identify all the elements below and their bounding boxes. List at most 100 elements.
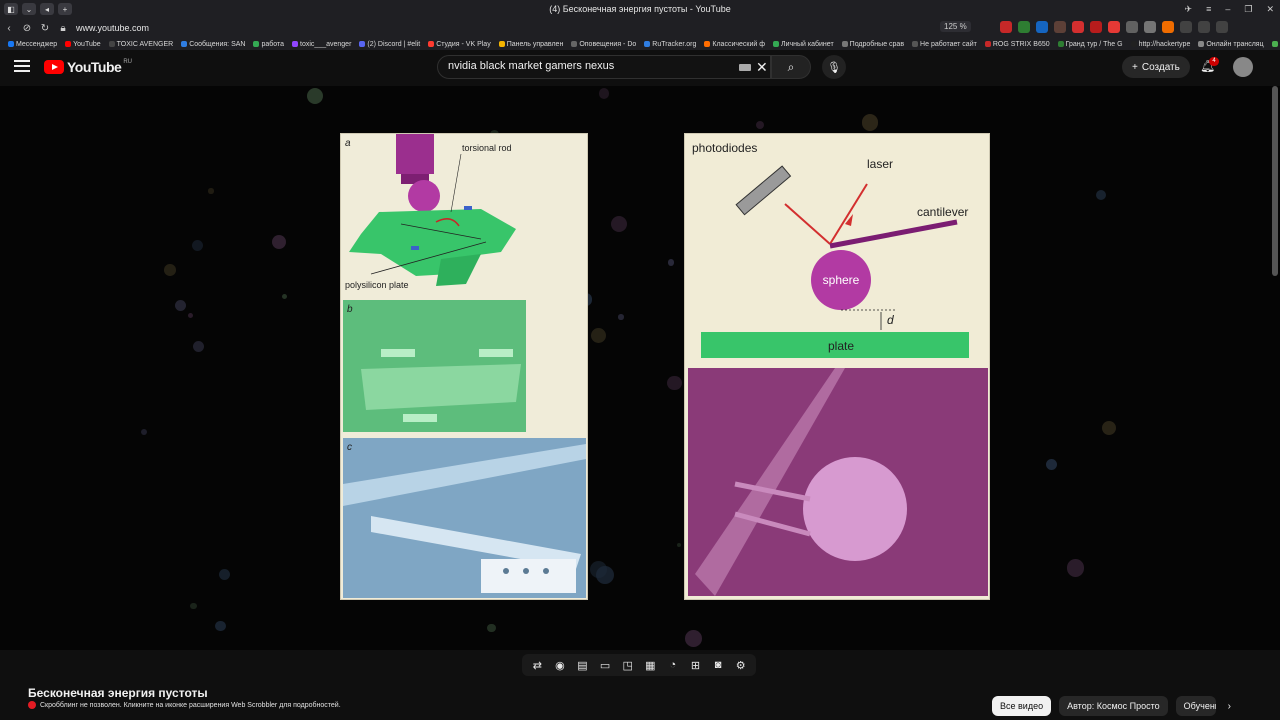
background-star — [164, 264, 176, 276]
bookmark-item[interactable]: Подробные срав — [841, 40, 905, 48]
maximize-icon[interactable]: ❐ — [1244, 4, 1252, 15]
add-icon[interactable]: ⊞ — [688, 659, 702, 672]
back-tab-icon[interactable]: ◂ — [40, 3, 54, 15]
bookmark-item[interactable]: (2) Discord | #elit — [359, 41, 420, 48]
extension-icon[interactable] — [1108, 21, 1120, 33]
youtube-logo[interactable]: YouTube RU — [44, 59, 132, 75]
pin-icon[interactable]: ✈ — [1185, 4, 1193, 15]
chip-author[interactable]: Автор: Космос Просто — [1059, 696, 1168, 716]
bookmark-item[interactable]: YouTube — [65, 41, 101, 48]
bookmark-item[interactable]: http://hackertype — [1130, 41, 1190, 48]
background-star — [271, 234, 287, 250]
extension-icon[interactable] — [1072, 21, 1084, 33]
bookmark-item[interactable]: Онлайн трансляц — [1198, 41, 1264, 48]
extension-icon[interactable] — [1036, 21, 1048, 33]
extension-icon[interactable] — [1144, 21, 1156, 33]
address-bar-row: ‹ ⊘ ↻ 🔒︎ www.youtube.com 125 % — [0, 18, 1280, 38]
download-icon[interactable] — [1018, 21, 1030, 33]
bookmark-item[interactable]: toxic___avenger — [292, 41, 351, 48]
background-star — [208, 188, 214, 194]
chip-learning[interactable]: Обучение — [1175, 696, 1216, 716]
bookmark-item[interactable]: Мессенджер — [8, 41, 57, 48]
minimize-icon[interactable]: – — [1225, 4, 1230, 14]
bookmark-item[interactable]: RuTracker.org — [644, 41, 696, 48]
page-scrollbar[interactable] — [1272, 86, 1278, 276]
bookmark-item[interactable]: Панель управлен — [498, 41, 563, 48]
bookmark-item[interactable]: Гранд тур / The G — [1057, 41, 1123, 48]
bookmark-item[interactable]: Ов — [1271, 41, 1280, 48]
logo-text: YouTube — [67, 59, 122, 75]
close-window-icon[interactable]: ✕ — [1266, 4, 1274, 15]
reload-icon[interactable]: ↻ — [36, 23, 54, 34]
clear-search-icon[interactable]: ✕ — [756, 59, 768, 76]
bookmark-item[interactable]: Личный кабинет — [772, 41, 834, 48]
speed-icon[interactable]: ◔ — [666, 659, 680, 671]
background-star — [755, 120, 764, 129]
browser-titlebar: ◧ ⌄ ◂ + — [0, 0, 1280, 18]
background-star — [667, 375, 682, 391]
bookmark-favicon-icon — [181, 41, 188, 47]
avatar[interactable] — [1233, 57, 1253, 77]
bookmark-favicon-icon — [8, 41, 14, 47]
theater-icon[interactable]: ▦ — [643, 659, 657, 672]
forward-icon[interactable]: ⊘ — [18, 23, 36, 34]
bookmark-favicon-icon — [644, 41, 651, 47]
browser-menu-icon[interactable]: ≡ — [1206, 4, 1211, 14]
tab-dropdown-icon[interactable]: ⌄ — [22, 3, 36, 15]
photodiodes-label: photodiodes — [692, 141, 757, 155]
extension-icon[interactable] — [1126, 21, 1138, 33]
extension-icon[interactable] — [1000, 21, 1012, 33]
figure-panel-right: photodiodes laser cantilever sphere d pl… — [684, 133, 990, 600]
picture-in-picture-icon[interactable]: ◳ — [621, 659, 635, 672]
subtitles-icon[interactable]: ▤ — [575, 659, 589, 672]
bookmark-favicon-icon — [1271, 41, 1278, 47]
folder-icon[interactable]: ▭ — [598, 659, 612, 672]
bookmark-item[interactable]: Оповещения - Do — [571, 41, 636, 48]
bookmarks-bar: Мессенджер YouTube TOXIC AVENGER Сообщения:… — [0, 38, 1280, 50]
window-controls: ✈ ≡ – ❐ ✕ — [1185, 0, 1274, 18]
background-star — [1066, 559, 1085, 577]
voice-search-button[interactable]: 🎙︎ — [822, 55, 846, 79]
keyboard-icon[interactable] — [739, 64, 751, 71]
back-icon[interactable]: ‹ — [0, 23, 18, 34]
bookmark-item[interactable]: Классический ф — [704, 41, 765, 48]
bookmark-item[interactable]: Студия - VK Play — [428, 41, 491, 48]
video-player[interactable]: a torsional rod polysilicon plate b c ph… — [0, 86, 1280, 650]
extension-icon[interactable] — [1162, 21, 1174, 33]
bookmark-label: YouTube — [73, 40, 101, 48]
web-scrobbler-icon — [28, 701, 36, 709]
fig-label-a: a — [345, 138, 351, 149]
background-star — [677, 542, 682, 548]
bookmark-item[interactable]: Сообщения: SAN — [181, 41, 245, 48]
hamburger-menu-icon[interactable] — [14, 60, 30, 74]
bookmark-item[interactable]: работа — [253, 41, 284, 48]
background-star — [1046, 458, 1058, 470]
sphere-label: sphere — [823, 273, 860, 287]
background-star — [192, 340, 205, 353]
extension-icon[interactable] — [1198, 21, 1210, 33]
search-input[interactable] — [448, 60, 728, 72]
bookmark-label: Подробные срав — [849, 40, 905, 48]
workspace-icon[interactable]: ◧ — [4, 3, 18, 15]
chevron-right-icon[interactable]: › — [1228, 701, 1231, 712]
chip-all-videos[interactable]: Все видео — [992, 696, 1052, 716]
bookmark-item[interactable]: ROG STRIX B650 — [984, 40, 1050, 48]
extension-icon[interactable] — [1180, 21, 1192, 33]
broadcast-icon[interactable]: ◉ — [553, 659, 567, 672]
screenshot-icon[interactable]: ◙ — [711, 659, 725, 671]
bookmark-item[interactable]: TOXIC AVENGER — [108, 41, 173, 48]
zoom-indicator[interactable]: 125 % — [940, 21, 971, 32]
settings-gear-icon[interactable]: ⚙ — [734, 659, 748, 672]
loop-icon[interactable]: ⇄ — [530, 659, 544, 672]
fig-label-c: c — [347, 442, 352, 453]
extension-icon[interactable] — [1090, 21, 1102, 33]
bookmark-item[interactable]: Не работает сайт — [912, 41, 977, 48]
search-button[interactable]: ⌕ — [771, 55, 811, 79]
extension-icon[interactable] — [1216, 21, 1228, 33]
url-field[interactable]: www.youtube.com — [76, 23, 149, 33]
bookmark-label: ROG STRIX B650 — [992, 40, 1050, 48]
background-star — [486, 623, 496, 633]
create-button[interactable]: + Создать — [1122, 56, 1190, 78]
new-tab-icon[interactable]: + — [58, 3, 72, 15]
extension-icon[interactable] — [1054, 21, 1066, 33]
